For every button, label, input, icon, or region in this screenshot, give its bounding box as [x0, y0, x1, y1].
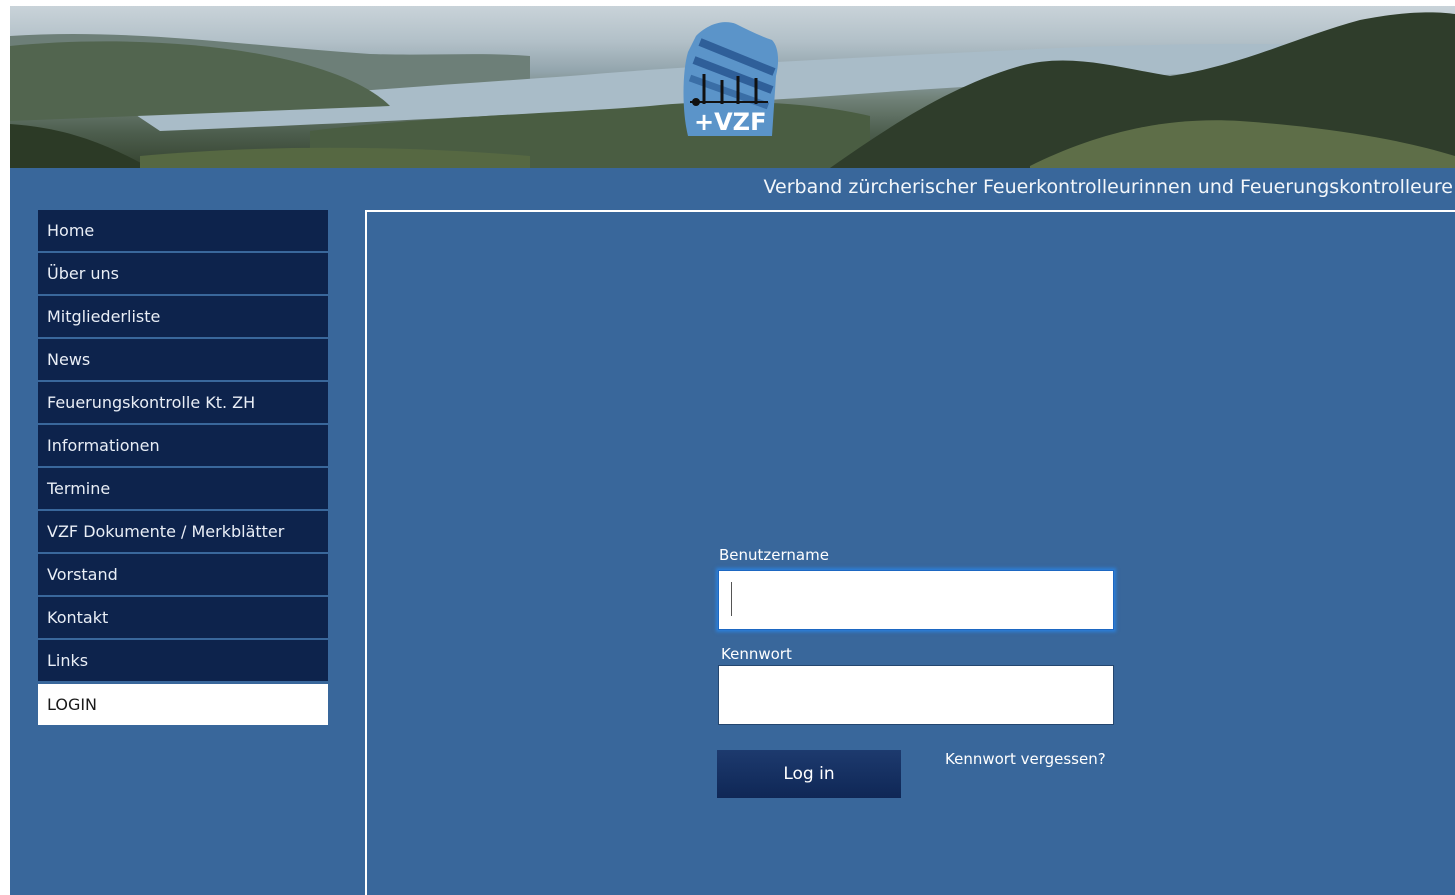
- sidebar-item-mitgliederliste[interactable]: Mitgliederliste: [38, 296, 328, 337]
- sidebar-nav: Home Über uns Mitgliederliste News Feuer…: [38, 210, 328, 727]
- sidebar-item-kontakt[interactable]: Kontakt: [38, 597, 328, 638]
- sidebar-item-links[interactable]: Links: [38, 640, 328, 681]
- sidebar-item-news[interactable]: News: [38, 339, 328, 380]
- sidebar-item-ueber-uns[interactable]: Über uns: [38, 253, 328, 294]
- text-cursor: [731, 582, 732, 616]
- password-input[interactable]: [718, 665, 1114, 725]
- sidebar-item-termine[interactable]: Termine: [38, 468, 328, 509]
- site-tagline: Verband zürcherischer Feuerkontrolleurin…: [763, 176, 1453, 198]
- password-label: Kennwort: [721, 645, 792, 663]
- sidebar-item-vorstand[interactable]: Vorstand: [38, 554, 328, 595]
- username-label: Benutzername: [719, 546, 829, 564]
- sidebar-item-feuerungskontrolle[interactable]: Feuerungskontrolle Kt. ZH: [38, 382, 328, 423]
- sidebar-item-login[interactable]: LOGIN: [38, 684, 328, 725]
- logo-text: +VZF: [694, 108, 766, 136]
- content-panel: [365, 210, 1455, 895]
- sidebar-item-home[interactable]: Home: [38, 210, 328, 251]
- sidebar-item-dokumente[interactable]: VZF Dokumente / Merkblätter: [38, 511, 328, 552]
- page-frame: +VZF Verband zürcherischer Feuerkontroll…: [10, 6, 1455, 895]
- username-input[interactable]: [718, 570, 1114, 630]
- sidebar-item-informationen[interactable]: Informationen: [38, 425, 328, 466]
- forgot-password-link[interactable]: Kennwort vergessen?: [945, 750, 1106, 768]
- login-button[interactable]: Log in: [717, 750, 901, 798]
- vzf-logo-icon: +VZF: [683, 22, 779, 136]
